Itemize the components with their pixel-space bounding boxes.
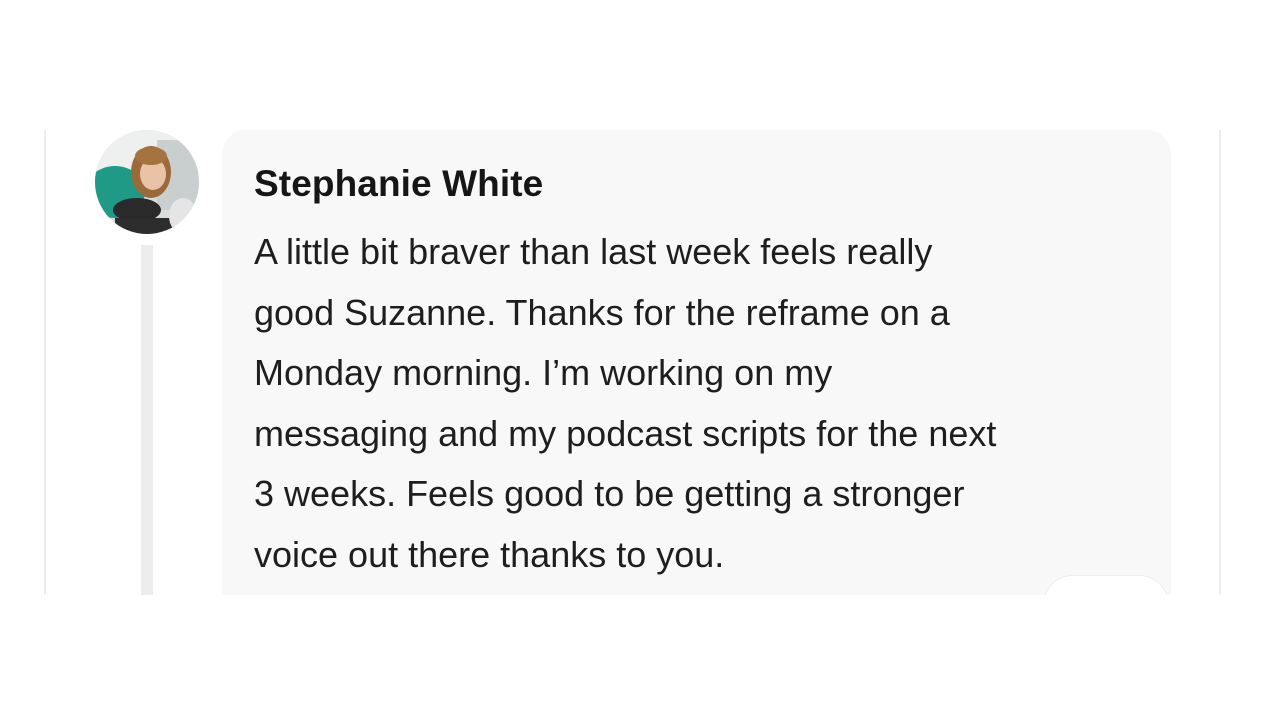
- comment-text-line: good Suzanne. Thanks for the reframe on …: [254, 291, 950, 333]
- comment-text-line: messaging and my podcast scripts for the…: [254, 412, 997, 454]
- user-photo-icon: [95, 130, 199, 234]
- reaction-button[interactable]: [1043, 575, 1169, 595]
- avatar[interactable]: [95, 130, 199, 234]
- comment-text-line: voice out there thanks to you.: [254, 533, 725, 575]
- thread-line: [141, 245, 153, 595]
- comment-text-line: 3 weeks. Feels good to be getting a stro…: [254, 473, 965, 515]
- comment-thread: Stephanie White A little bit braver than…: [0, 0, 1280, 595]
- comment-text-line: Monday morning. I’m working on my: [254, 352, 833, 394]
- comment-text-line: A little bit braver than last week feels…: [254, 231, 933, 272]
- comment-text: A little bit braver than last week feels…: [254, 222, 1159, 586]
- author-name[interactable]: Stephanie White: [254, 163, 543, 205]
